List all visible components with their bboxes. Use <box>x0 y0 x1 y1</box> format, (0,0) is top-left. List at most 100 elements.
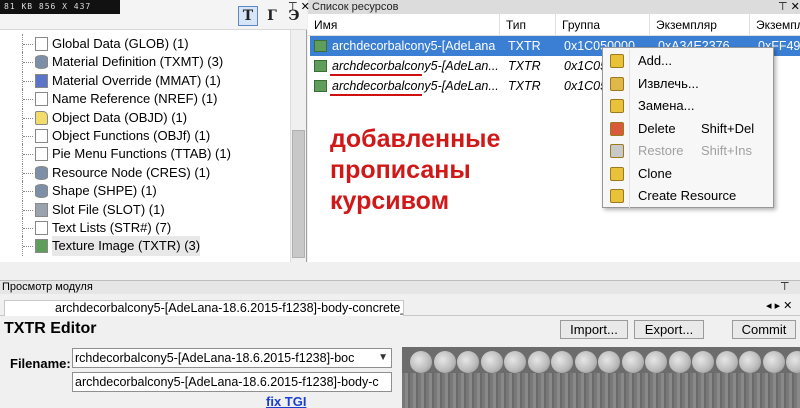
annotation-line-1: добавленные <box>330 125 501 153</box>
tree-item[interactable]: Shape (SHPE) (1) <box>0 181 290 202</box>
tree-item[interactable]: Slot File (SLOT) (1) <box>0 199 290 220</box>
document-icon <box>35 92 48 107</box>
import-button[interactable]: Import... <box>560 320 628 339</box>
texture-bead <box>762 351 785 373</box>
tree-connector <box>22 236 34 257</box>
menu-item-label: Clone <box>638 165 672 181</box>
texture-bead <box>692 351 714 373</box>
column-header-instance[interactable]: Экземпляр ресурса <box>650 14 750 54</box>
menu-item-clone[interactable]: Clone <box>603 163 773 185</box>
tree-connector <box>22 52 34 73</box>
annotation-line-3: курсивом <box>330 187 450 215</box>
texture-bead <box>457 351 479 373</box>
module-tab[interactable]: archdecorbalcony5-[AdeLana-18.6.2015-f12… <box>4 300 404 316</box>
texture-preview-pattern <box>402 373 800 408</box>
resource-cell-name: archdecorbalcony5-[AdeLan... <box>332 79 499 93</box>
filename-label: Filename: <box>10 356 71 371</box>
tree-connector <box>22 70 34 91</box>
menu-item-label: Delete <box>638 120 676 136</box>
filename-select[interactable]: rchdecorbalcony5-[AdeLana-18.6.2015-f123… <box>72 348 392 368</box>
tree-item-label: Name Reference (NREF) (1) <box>52 91 218 107</box>
brush-icon <box>35 73 48 88</box>
menu-item-create[interactable]: Create Resource <box>603 185 773 207</box>
menu-item-restore: Restore Shift+Ins <box>603 140 773 162</box>
filename-input[interactable]: archdecorbalcony5-[AdeLana-18.6.2015-f12… <box>72 372 392 392</box>
texture-bead <box>433 351 456 373</box>
tree-connector <box>22 144 34 165</box>
image-icon <box>314 80 327 92</box>
tab-nav-icon[interactable]: ◂ ▸ ✕ <box>766 299 792 312</box>
document-icon <box>35 129 48 143</box>
tree-item-label: Material Definition (TXMT) (3) <box>52 54 224 70</box>
texture-bead <box>739 351 761 373</box>
texture-bead <box>574 351 597 373</box>
menu-item-label: Замена... <box>638 98 695 113</box>
menu-item-label: Извлечь... <box>638 75 699 91</box>
tree-connector <box>22 181 34 202</box>
menu-item-shortcut: Shift+Ins <box>701 143 752 158</box>
menu-item-replace[interactable]: Замена... <box>603 95 773 117</box>
cylinder-icon <box>35 55 48 70</box>
tree-pin-icon[interactable]: ⊤ ✕ <box>288 0 310 14</box>
tree-item[interactable]: Object Functions (OBJf) (1) <box>0 126 290 146</box>
texture-bead <box>621 351 644 373</box>
tree-connector <box>22 199 34 220</box>
menu-item-delete[interactable]: Delete Shift+Del <box>603 118 773 140</box>
texture-bead <box>786 351 800 373</box>
annotation-text: добавленные прописаны курсивом <box>330 124 570 217</box>
fix-tgi-link[interactable]: fix TGI <box>266 394 306 408</box>
resource-cell-group: 0x1C05 <box>564 79 608 93</box>
column-header-type[interactable]: Тип <box>500 14 556 36</box>
tree-item[interactable]: Global Data (GLOB) (1) <box>0 34 290 54</box>
tree-item-label: Shape (SHPE) (1) <box>52 183 157 199</box>
restore-icon <box>610 144 624 158</box>
resource-cell-type: TXTR <box>508 79 541 93</box>
commit-button[interactable]: Commit <box>732 320 796 339</box>
tree-item-label: Resource Node (CRES) (1) <box>52 164 211 180</box>
annotation-line-2: прописаны <box>330 156 471 184</box>
column-header-name[interactable]: Имя <box>308 14 500 36</box>
tree-item[interactable]: Texture Image (TXTR) (3) <box>0 236 290 257</box>
tree-item-label: Texture Image (TXTR) (3) <box>52 236 201 257</box>
image-info-overlay: 81 KB 856 X 437 <box>0 0 120 14</box>
tree-item-label: Slot File (SLOT) (1) <box>52 201 165 217</box>
menu-item-shortcut: Shift+Del <box>701 120 755 136</box>
tree-item[interactable]: Material Definition (TXMT) (3) <box>0 52 290 73</box>
menu-item-extract[interactable]: Извлечь... <box>603 73 773 95</box>
grid-icon <box>35 202 48 217</box>
toolbar-button-g[interactable]: Г <box>262 6 282 26</box>
tree-connector <box>22 218 34 238</box>
tree-scrollbar-thumb[interactable] <box>292 130 305 258</box>
texture-bead <box>668 351 691 373</box>
column-headers: Имя Тип Группа Экземпляр ресурса Экземпл <box>308 14 800 54</box>
texture-bead <box>715 351 738 373</box>
add-icon <box>610 54 624 68</box>
texture-bead <box>645 351 667 373</box>
delete-icon <box>610 121 624 136</box>
tree-item-label: Material Override (MMAT) (1) <box>52 72 221 88</box>
tree-item[interactable]: Pie Menu Functions (TTAB) (1) <box>0 144 290 165</box>
resource-list-header: Список ресурсов <box>308 0 800 14</box>
tree-item[interactable]: Name Reference (NREF) (1) <box>0 89 290 110</box>
chevron-down-icon[interactable]: ▼ <box>378 349 388 367</box>
create-icon <box>610 189 624 203</box>
tree-item[interactable]: Object Data (OBJD) (1) <box>0 107 290 128</box>
menu-item-add[interactable]: Add... <box>603 50 773 72</box>
tree-item[interactable]: Material Override (MMAT) (1) <box>0 70 290 91</box>
column-header-instance-hi[interactable]: Экземпл <box>750 14 800 36</box>
pin-icon[interactable]: ⊤ ✕ <box>778 0 800 14</box>
toolbar-button-t[interactable]: T <box>238 6 258 26</box>
tree-item-label: Text Lists (STR#) (7) <box>52 220 172 235</box>
texture-bead <box>598 351 620 373</box>
texture-bead <box>480 351 503 373</box>
menu-item-label: Add... <box>638 53 672 68</box>
tree-item[interactable]: Resource Node (CRES) (1) <box>0 162 290 183</box>
tree-item[interactable]: Text Lists (STR#) (7) <box>0 218 290 238</box>
export-button[interactable]: Export... <box>634 320 704 339</box>
filename-select-value: rchdecorbalcony5-[AdeLana-18.6.2015-f123… <box>75 351 355 365</box>
clone-icon <box>610 166 624 181</box>
editor-title: TXTR Editor <box>4 320 97 337</box>
texture-bead <box>410 351 432 373</box>
texture-bead <box>551 351 573 373</box>
column-header-group[interactable]: Группа <box>556 14 650 36</box>
